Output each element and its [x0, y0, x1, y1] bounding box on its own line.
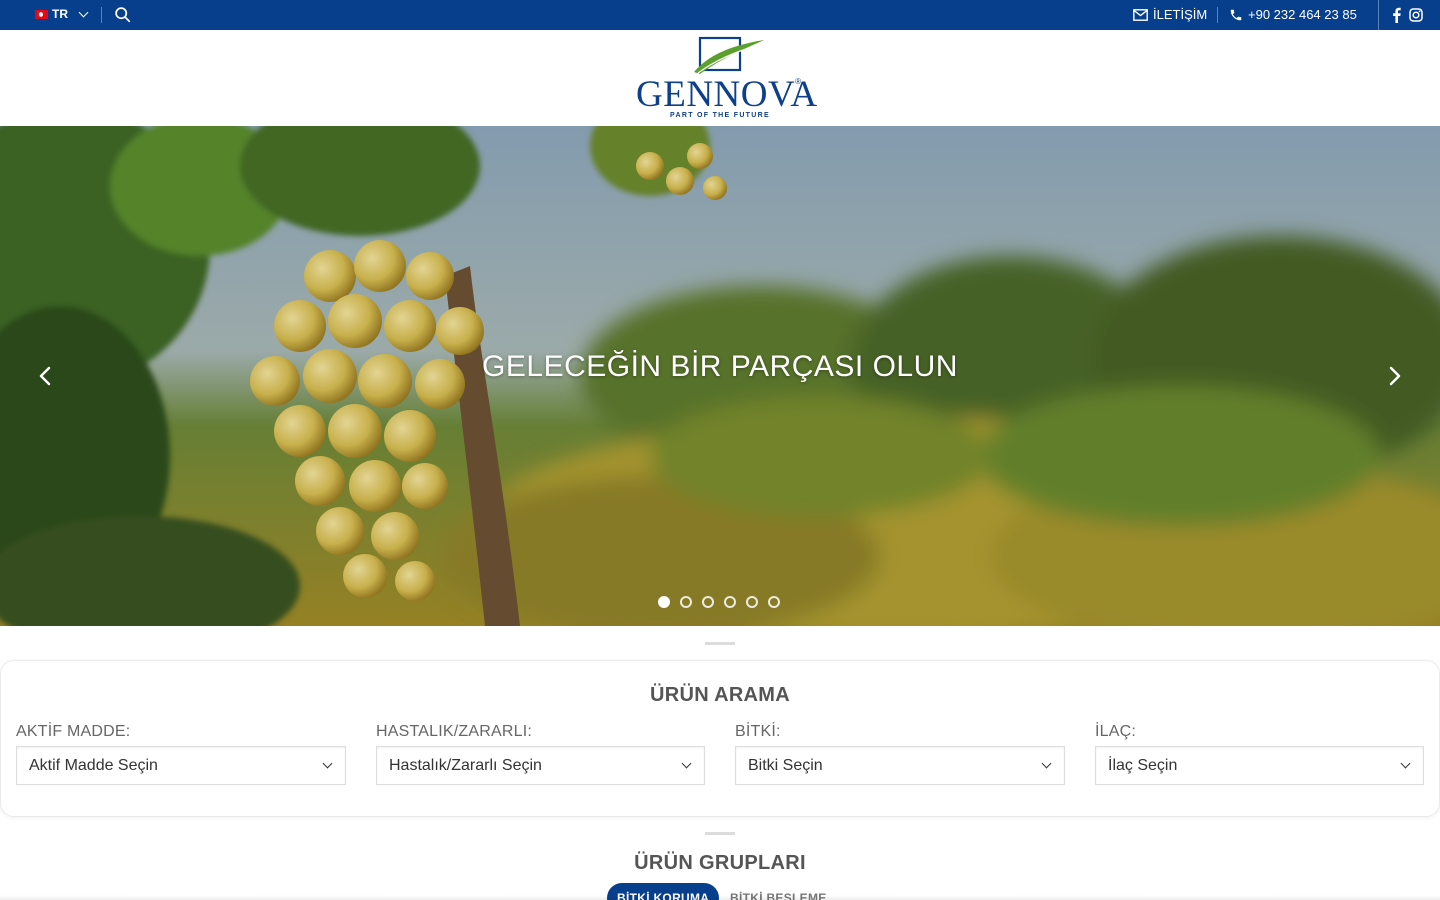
disease-pest-select[interactable]: Hastalık/Zararlı Seçin	[376, 746, 705, 785]
slider-dot[interactable]	[746, 596, 758, 608]
turkey-flag-icon	[35, 9, 48, 19]
section-divider	[705, 832, 735, 835]
pesticide-select[interactable]: İlaç Seçin	[1095, 746, 1424, 785]
select-value: Hastalık/Zararlı Seçin	[389, 757, 542, 774]
page-fold-shadow	[0, 895, 1440, 900]
active-ingredient-label: AKTİF MADDE:	[16, 723, 131, 740]
select-value: Bitki Seçin	[748, 757, 823, 774]
phone-icon	[1230, 9, 1242, 20]
section-divider	[705, 642, 735, 645]
logo-wordmark: GENNOVA	[636, 74, 818, 115]
contact-link[interactable]: İLETİŞİM	[1133, 7, 1207, 22]
language-label: TR	[52, 7, 68, 21]
select-value: İlaç Seçin	[1108, 757, 1178, 774]
slider-next-arrow-icon[interactable]	[1385, 366, 1405, 386]
chevron-down-icon	[322, 758, 333, 769]
product-groups-title: ÜRÜN GRUPLARI	[634, 852, 806, 874]
slider-dot[interactable]	[702, 596, 714, 608]
slider-prev-arrow-icon[interactable]	[35, 366, 55, 386]
divider	[1217, 7, 1218, 23]
mail-icon	[1133, 8, 1148, 21]
site-header: GENNOVA ® PART OF THE FUTURE	[0, 30, 1440, 126]
phone-number: +90 232 464 23 85	[1248, 7, 1357, 22]
chevron-down-icon	[1400, 758, 1411, 769]
slider-dot[interactable]	[768, 596, 780, 608]
search-icon[interactable]	[114, 6, 131, 23]
product-search-title: ÜRÜN ARAMA	[649, 684, 791, 706]
registered-mark: ®	[795, 77, 801, 86]
plant-select[interactable]: Bitki Seçin	[735, 746, 1065, 785]
contact-label: İLETİŞİM	[1153, 7, 1208, 22]
slider-dots	[658, 596, 780, 608]
divider	[1378, 0, 1379, 30]
logo-tagline: PART OF THE FUTURE	[670, 112, 770, 119]
hero-slider: GELECEĞİN BİR PARÇASI OLUN	[0, 126, 1440, 626]
top-bar: TR İLETİŞİM +90 232 464 23 85	[0, 0, 1440, 30]
logo-leaf-icon	[694, 36, 764, 74]
chevron-down-icon	[78, 7, 89, 17]
select-value: Aktif Madde Seçin	[29, 757, 158, 774]
pesticide-label: İLAÇ:	[1095, 723, 1137, 740]
slider-dot[interactable]	[724, 596, 736, 608]
active-ingredient-select[interactable]: Aktif Madde Seçin	[16, 746, 346, 785]
hero-title: GELECEĞİN BİR PARÇASI OLUN	[482, 350, 958, 383]
slider-dot[interactable]	[680, 596, 692, 608]
divider	[101, 7, 102, 23]
chevron-down-icon	[1041, 758, 1052, 769]
facebook-icon[interactable]	[1389, 7, 1405, 23]
chevron-down-icon	[681, 758, 692, 769]
gennova-logo[interactable]: GENNOVA ® PART OF THE FUTURE	[636, 36, 818, 122]
language-selector[interactable]: TR	[35, 7, 89, 21]
phone-link[interactable]: +90 232 464 23 85	[1229, 7, 1357, 22]
slider-dot[interactable]	[658, 596, 670, 608]
disease-pest-label: HASTALIK/ZARARLI:	[376, 723, 533, 740]
plant-label: BİTKİ:	[735, 723, 781, 740]
instagram-icon[interactable]	[1408, 7, 1424, 23]
